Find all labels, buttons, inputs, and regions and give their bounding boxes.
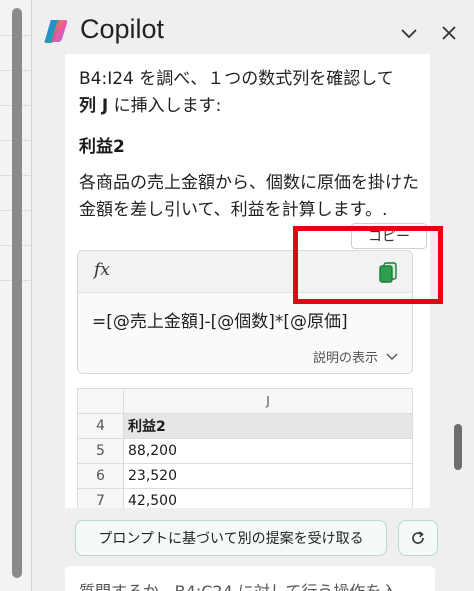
prompt-input[interactable]: 質問するか、B4:C24 に対して行う操作を入 (65, 566, 435, 591)
row-number: 7 (77, 488, 124, 508)
copilot-logo-icon (44, 20, 68, 43)
table-cell: 23,520 (123, 463, 413, 489)
spreadsheet-edge (0, 0, 32, 591)
close-button[interactable] (436, 20, 462, 46)
intro-column: 列 J (79, 96, 109, 116)
refresh-icon (412, 531, 424, 544)
preview-table: J 4 利益2 5 88,200 6 23,520 7 42,500 (77, 388, 413, 508)
pane-scrollbar[interactable] (454, 424, 462, 470)
explain-label: 説明の表示 (312, 351, 378, 366)
close-icon (442, 26, 456, 40)
table-row: 7 42,500 (77, 488, 413, 508)
pane-header: Copilot (32, 0, 474, 62)
fx-icon: fx (94, 260, 110, 280)
sheet-scrollbar[interactable] (12, 8, 22, 578)
prompt-placeholder: 質問するか、B4:C24 に対して行う操作を入 (79, 578, 397, 591)
row-number: 6 (77, 463, 124, 489)
formula-text: =[@売上金額]-[@個数]*[@原価] (92, 312, 348, 332)
refresh-button[interactable] (398, 520, 438, 556)
pane-title: Copilot (80, 14, 165, 44)
row-number: 5 (77, 438, 124, 464)
corner-cell (77, 388, 124, 414)
intro-text: B4:I24 を調べ、１つの数式列を確認して 列 J に挿入します: (79, 66, 419, 120)
formula-description: 各商品の売上金額から、個数に原価を掛けた金額を差し引いて、利益を計算します。. (79, 173, 419, 220)
table-cell: 利益2 (123, 413, 413, 439)
collapse-button[interactable] (396, 20, 422, 46)
intro-text-tail: に挿入します: (108, 96, 222, 116)
chevron-down-icon (386, 353, 398, 360)
alternate-suggestion-button[interactable]: プロンプトに基づいて別の提案を受け取る (75, 520, 387, 556)
row-number: 4 (77, 413, 124, 439)
table-cell: 88,200 (123, 438, 413, 464)
formula-heading: 利益2 (79, 137, 125, 157)
chevron-down-icon (401, 29, 417, 39)
explain-toggle[interactable]: 説明の表示 (313, 347, 398, 366)
table-row: 4 利益2 (77, 413, 413, 439)
intro-text-part: B4:I24 を調べ、１つの数式列を確認して (79, 69, 394, 89)
copilot-pane: Copilot B4:I24 を調べ、１つの数式列を確認して 列 J に挿入しま… (32, 0, 474, 591)
table-row: 6 23,520 (77, 463, 413, 489)
column-header: J (123, 388, 413, 414)
table-header-row: J (77, 388, 413, 414)
table-cell: 42,500 (123, 488, 413, 508)
table-row: 5 88,200 (77, 438, 413, 464)
highlight-box (293, 226, 443, 304)
